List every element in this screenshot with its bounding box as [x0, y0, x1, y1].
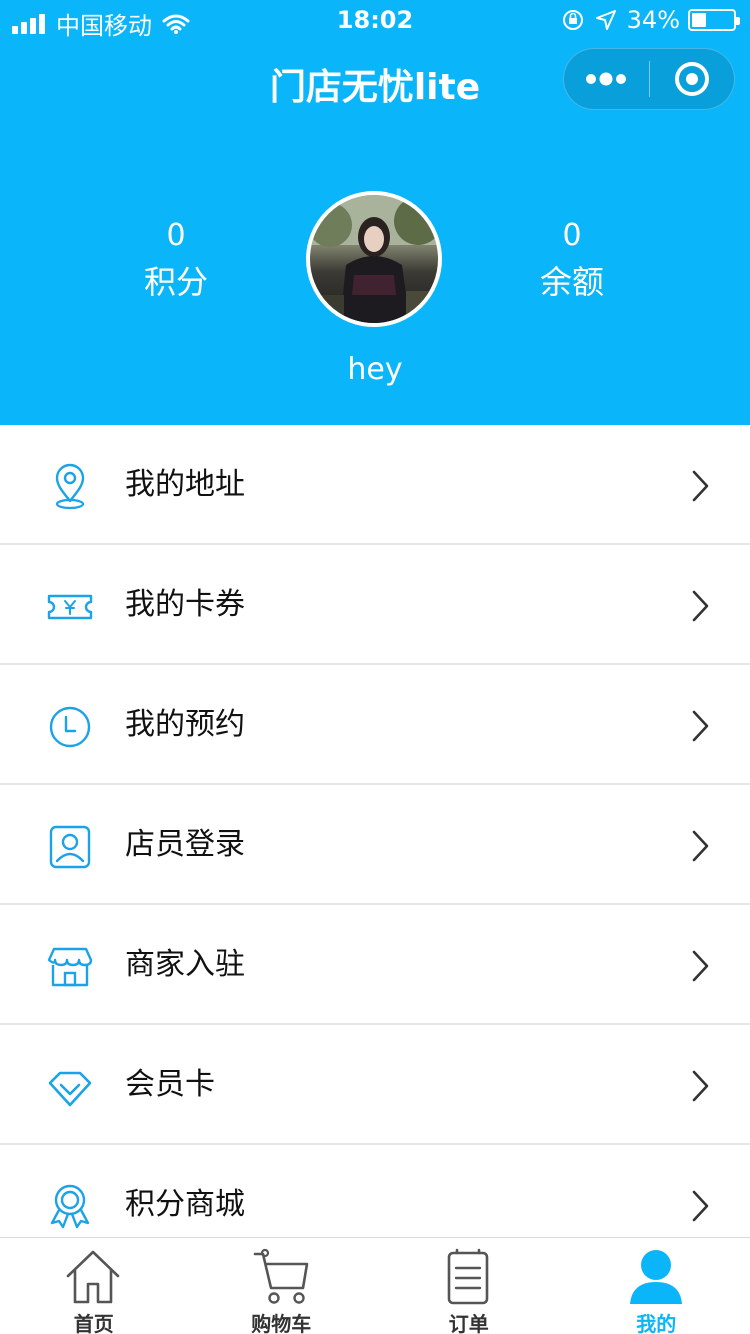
- tab-label: 订单: [448, 1312, 489, 1334]
- more-button[interactable]: [564, 48, 649, 110]
- coupon-ticket-icon: [47, 594, 93, 620]
- profile-header: 中国移动 18:02 34% 门店无忧lite 0 积分 0 余额 hey: [0, 0, 750, 425]
- menu-item-coupons[interactable]: 我的卡券: [0, 545, 750, 665]
- chevron-right-icon: [692, 1070, 709, 1102]
- tab-home[interactable]: 首页: [0, 1238, 188, 1334]
- tab-cart[interactable]: 购物车: [188, 1238, 376, 1334]
- menu-item-label: 我的预约: [125, 707, 245, 742]
- chevron-right-icon: [692, 710, 709, 742]
- menu-item-label: 我的卡券: [125, 587, 245, 622]
- battery-percent: 34%: [626, 6, 680, 34]
- chevron-right-icon: [692, 590, 709, 622]
- more-dots-icon: [586, 72, 627, 86]
- user-icon: [629, 1250, 682, 1304]
- award-ribbon-icon: [50, 1184, 90, 1229]
- balance-label: 余额: [539, 263, 604, 301]
- tab-orders[interactable]: 订单: [375, 1238, 563, 1334]
- menu-item-label: 会员卡: [125, 1067, 215, 1102]
- chevron-right-icon: [692, 1190, 709, 1222]
- diamond-icon: [48, 1071, 92, 1107]
- staff-badge-icon: [49, 825, 91, 869]
- status-bar: 中国移动 18:02 34%: [0, 0, 750, 40]
- tab-label: 我的: [636, 1312, 677, 1334]
- battery-icon: [688, 9, 740, 31]
- clock-icon: [49, 706, 91, 748]
- menu-item-appointments[interactable]: 我的预约: [0, 665, 750, 785]
- chevron-right-icon: [692, 950, 709, 982]
- mini-program-capsule: [563, 48, 735, 110]
- points-stat[interactable]: 0 积分: [96, 218, 256, 310]
- tab-bar: 首页 购物车 订单 我的: [0, 1237, 750, 1334]
- profile-menu: 我的地址 我的卡券 我的预约 店员登录 商家入驻 会员卡 积分商城: [0, 425, 750, 1265]
- menu-item-staff-login[interactable]: 店员登录: [0, 785, 750, 905]
- tab-mine[interactable]: 我的: [563, 1238, 750, 1334]
- storefront-icon: [47, 947, 93, 987]
- rotation-lock-icon: [562, 10, 583, 30]
- cart-icon: [253, 1248, 308, 1304]
- close-program-button[interactable]: [650, 48, 735, 110]
- tab-label: 首页: [73, 1312, 114, 1334]
- points-value: 0: [166, 218, 186, 253]
- menu-item-label: 店员登录: [125, 827, 245, 862]
- chevron-right-icon: [692, 470, 709, 502]
- location-arrow-icon: [595, 10, 616, 30]
- order-list-icon: [447, 1248, 489, 1305]
- menu-item-merchant-join[interactable]: 商家入驻: [0, 905, 750, 1025]
- target-circle-icon: [674, 62, 709, 96]
- menu-item-label: 我的地址: [125, 467, 245, 502]
- tab-label: 购物车: [251, 1312, 312, 1334]
- menu-item-label: 积分商城: [125, 1187, 245, 1222]
- menu-item-member-card[interactable]: 会员卡: [0, 1025, 750, 1145]
- chevron-right-icon: [692, 830, 709, 862]
- avatar[interactable]: [306, 191, 442, 327]
- avatar-photo: [310, 195, 438, 323]
- location-pin-icon: [55, 463, 85, 510]
- menu-item-address[interactable]: 我的地址: [0, 425, 750, 545]
- balance-value: 0: [562, 218, 582, 253]
- home-icon: [66, 1250, 120, 1304]
- balance-stat[interactable]: 0 余额: [492, 218, 652, 310]
- menu-item-label: 商家入驻: [125, 947, 245, 982]
- points-label: 积分: [143, 263, 208, 301]
- username: hey: [347, 352, 403, 387]
